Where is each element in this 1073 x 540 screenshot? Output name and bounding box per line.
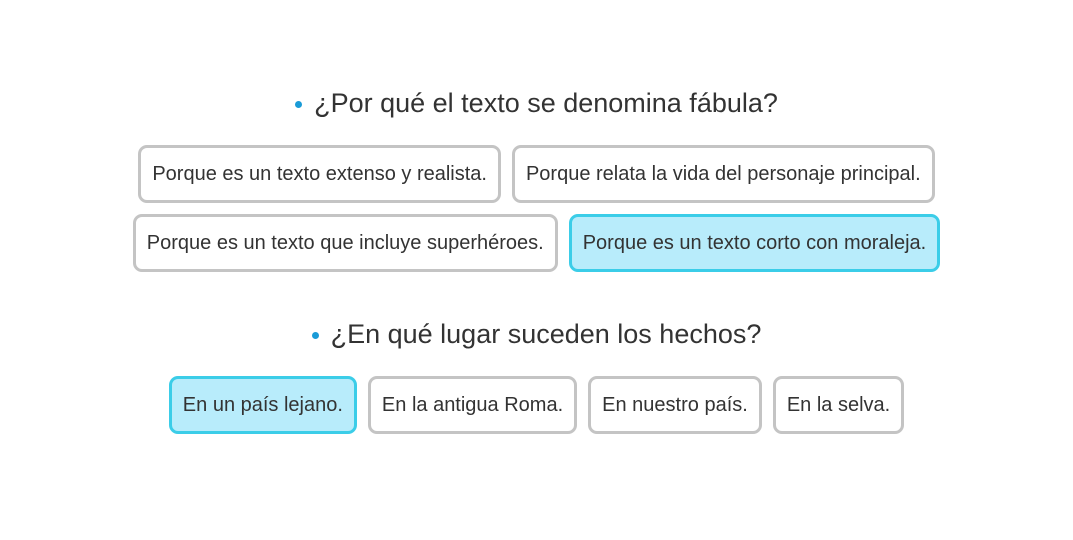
question-1: ¿Por qué el texto se denomina fábula? Po… xyxy=(0,84,1073,283)
quiz-container: ¿Por qué el texto se denomina fábula? Po… xyxy=(0,0,1073,540)
question-text: ¿Por qué el texto se denomina fábula? xyxy=(314,88,778,118)
answer-option[interactable]: Porque es un texto que incluye superhéro… xyxy=(132,214,558,272)
answer-row: En un país lejano. En la antigua Roma. E… xyxy=(168,376,905,434)
answer-option[interactable]: En la selva. xyxy=(772,376,905,434)
answer-option-selected[interactable]: En un país lejano. xyxy=(168,376,357,434)
answer-option[interactable]: En la antigua Roma. xyxy=(367,376,578,434)
answer-option-selected[interactable]: Porque es un texto corto con moraleja. xyxy=(568,214,941,272)
question-text: ¿En qué lugar suceden los hechos? xyxy=(330,319,762,349)
answer-row: Porque es un texto extenso y realista. P… xyxy=(138,145,935,203)
question-prompt: ¿Por qué el texto se denomina fábula? xyxy=(295,84,778,122)
bullet-icon xyxy=(295,100,303,108)
answer-option[interactable]: En nuestro país. xyxy=(588,376,762,434)
answer-row: Porque es un texto que incluye superhéro… xyxy=(132,214,941,272)
question-prompt: ¿En qué lugar suceden los hechos? xyxy=(311,315,762,353)
answer-option[interactable]: Porque relata la vida del personaje prin… xyxy=(511,145,935,203)
question-2: ¿En qué lugar suceden los hechos? En un … xyxy=(0,315,1073,445)
bullet-icon xyxy=(311,331,319,339)
answer-option[interactable]: Porque es un texto extenso y realista. xyxy=(138,145,501,203)
